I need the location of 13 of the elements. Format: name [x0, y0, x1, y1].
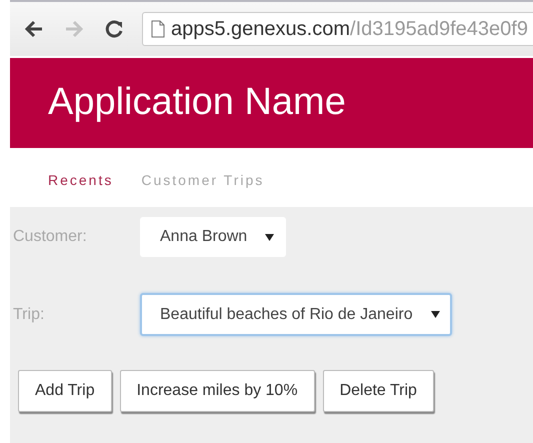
caret-icon [430, 311, 440, 318]
address-bar[interactable]: apps5.genexus.com/Id3195ad9fe43e0f9 [142, 12, 533, 46]
nav-tab[interactable]: Recents [48, 166, 114, 195]
action-button[interactable]: Increase miles by 10% [120, 370, 315, 412]
page-icon [151, 20, 165, 38]
action-button[interactable]: Delete Trip [322, 370, 434, 412]
dropdown[interactable]: Beautiful beaches of Rio de Janeiro [140, 293, 452, 336]
app-title: Application Name [48, 80, 346, 126]
dropdown[interactable]: Anna Brown [140, 217, 286, 257]
field-label: Customer: [13, 227, 88, 247]
caret-icon [265, 234, 274, 240]
action-button[interactable]: Add Trip [18, 370, 112, 412]
field-label: Trip: [13, 304, 46, 324]
